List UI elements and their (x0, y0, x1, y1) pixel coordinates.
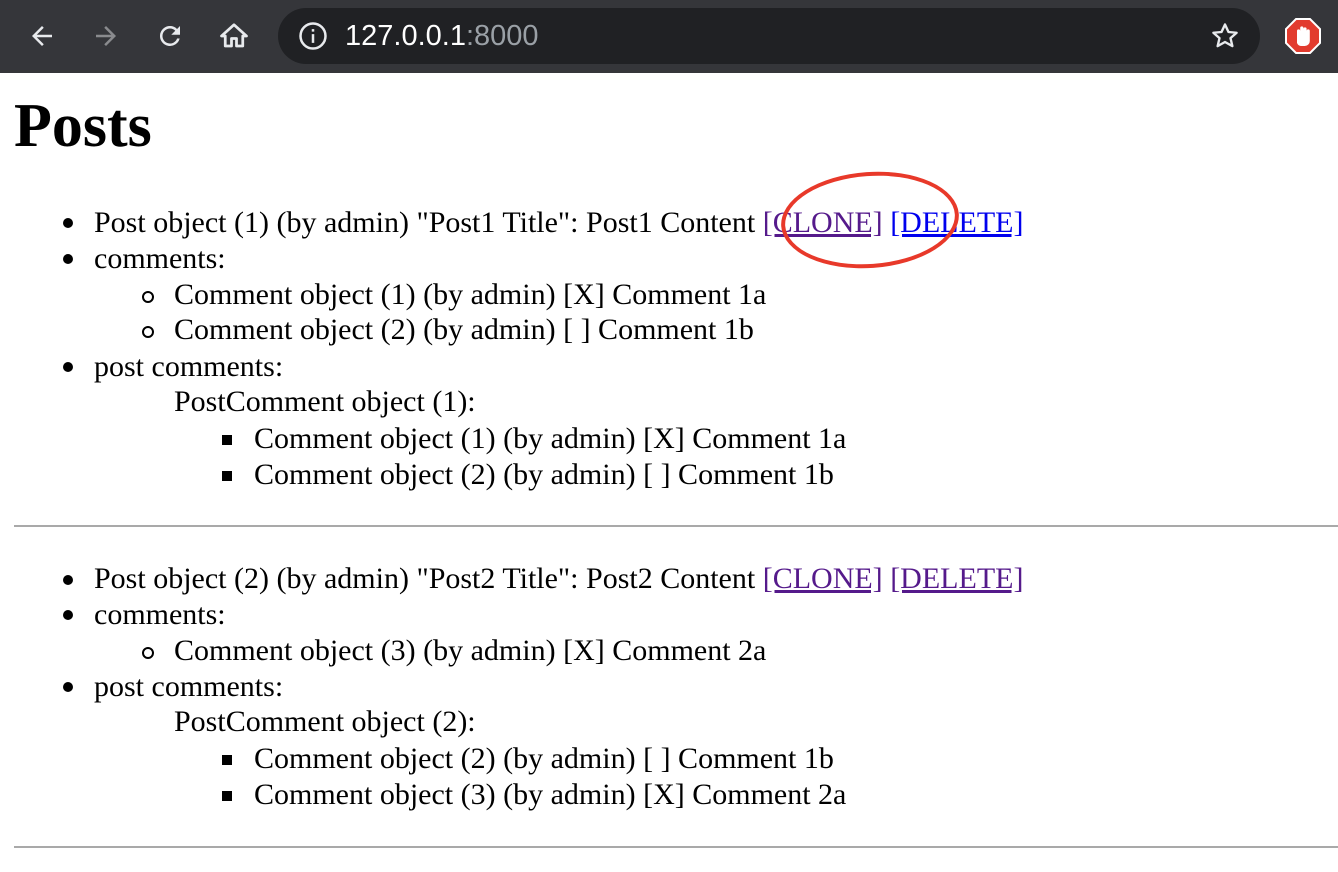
comment-item: Comment object (1) (by admin) [X] Commen… (174, 278, 767, 311)
annotation-circle (777, 165, 963, 275)
post-summary: Post object (2) (by admin) "Post2 Title"… (94, 562, 756, 595)
comments-label: comments: (94, 242, 226, 275)
clone-link[interactable]: [CLONE] (763, 562, 883, 595)
comment-item: Comment object (3) (by admin) [X] Commen… (174, 634, 767, 667)
reload-button[interactable] (150, 16, 190, 56)
bullet-circle (142, 647, 154, 659)
postcomment-item: Comment object (1) (by admin) [X] Commen… (254, 422, 847, 455)
postcomment-heading: PostComment object (2): (174, 705, 476, 738)
bullet-disc (63, 610, 73, 620)
post-summary-line: Post object (2) (by admin) "Post2 Title"… (94, 561, 1023, 597)
bullet-square (222, 435, 232, 445)
bullet-disc (63, 254, 73, 264)
postcomment-item: Comment object (3) (by admin) [X] Commen… (254, 778, 847, 811)
bullet-circle (142, 291, 154, 303)
url-text[interactable]: 127.0.0.1:8000 (345, 20, 539, 52)
bullet-disc (63, 362, 73, 372)
back-arrow-icon (32, 26, 52, 46)
bullet-square (222, 755, 232, 765)
bullet-circle (142, 326, 154, 338)
page-title: Posts (14, 92, 152, 160)
reload-icon (159, 25, 180, 46)
post-separator (14, 525, 1338, 527)
forward-arrow-icon (96, 26, 116, 46)
home-icon (220, 23, 248, 48)
postcomment-item: Comment object (2) (by admin) [ ] Commen… (254, 458, 834, 491)
url-port: :8000 (465, 20, 539, 52)
bullet-disc (63, 682, 73, 692)
browser-toolbar: 127.0.0.1:8000 (0, 0, 1338, 73)
postcomment-heading: PostComment object (1): (174, 385, 476, 418)
bullet-square (222, 471, 232, 481)
post-comments-label: post comments: (94, 670, 284, 703)
comment-item: Comment object (2) (by admin) [ ] Commen… (174, 313, 754, 346)
postcomment-item: Comment object (2) (by admin) [ ] Commen… (254, 742, 834, 775)
home-button[interactable] (214, 16, 254, 56)
bullet-square (222, 791, 232, 801)
address-bar[interactable]: 127.0.0.1:8000 (278, 8, 1260, 64)
bullet-disc (63, 575, 73, 585)
delete-link[interactable]: [DELETE] (890, 562, 1023, 595)
star-icon[interactable] (1210, 21, 1240, 51)
adblock-extension-icon[interactable] (1285, 18, 1321, 54)
post-summary: Post object (1) (by admin) "Post1 Title"… (94, 206, 756, 239)
post-comments-label: post comments: (94, 350, 284, 383)
url-host: 127.0.0.1 (345, 20, 466, 52)
info-icon[interactable] (298, 21, 328, 51)
bullet-disc (63, 218, 73, 228)
forward-button[interactable] (86, 16, 126, 56)
comments-label: comments: (94, 598, 226, 631)
post-separator (14, 846, 1338, 848)
back-button[interactable] (22, 16, 62, 56)
